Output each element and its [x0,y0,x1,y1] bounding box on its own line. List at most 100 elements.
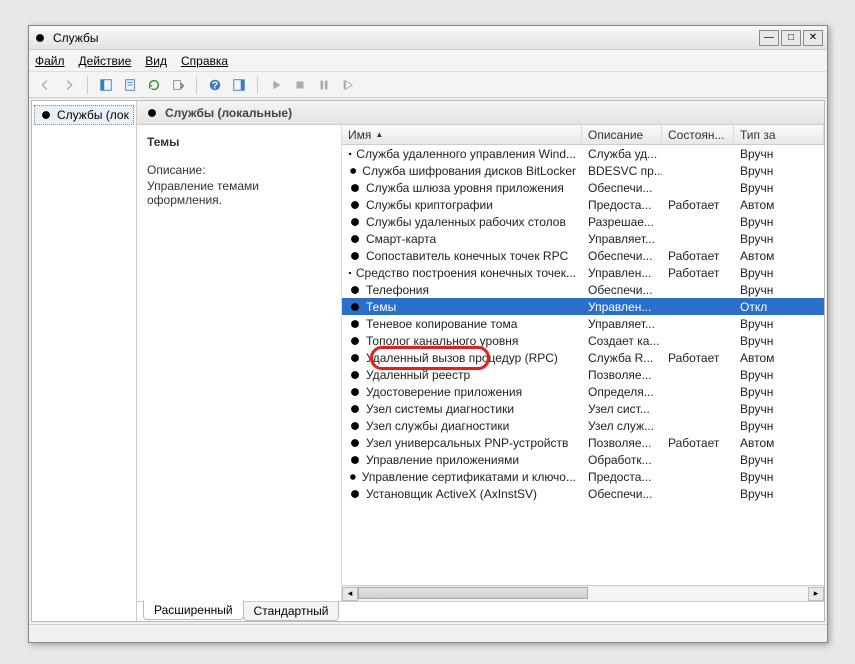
pause-service-button[interactable] [314,75,334,95]
services-list: Имя▲ Описание Состоян... Тип за Служба у… [342,125,824,601]
service-description: Управлен... [582,266,662,280]
start-service-button[interactable] [266,75,286,95]
tree-pane[interactable]: Службы (лок [32,101,137,621]
action-pane-button[interactable] [229,75,249,95]
export-button[interactable] [168,75,188,95]
view-tabs: Расширенный Стандартный [137,601,824,621]
service-name: Узел универсальных PNP-устройств [366,436,568,450]
column-startup-type[interactable]: Тип за [734,125,824,144]
service-startup-type: Вручн [734,334,824,348]
service-description: Управляет... [582,232,662,246]
tab-standard[interactable]: Стандартный [243,602,340,621]
gear-icon [348,300,362,314]
scroll-track[interactable] [358,587,808,601]
column-name[interactable]: Имя▲ [342,125,582,144]
service-row[interactable]: ТелефонияОбеспечи...Вручн [342,281,824,298]
service-name: Удаленный реестр [366,368,470,382]
tab-extended[interactable]: Расширенный [143,600,244,620]
gear-icon [348,402,362,416]
menu-help[interactable]: Справка [181,54,228,68]
statusbar [29,624,827,642]
service-row[interactable]: Служба удаленного управления Wind... Служ… [342,145,824,162]
maximize-button[interactable]: □ [781,30,801,46]
service-state: Работает [662,436,734,450]
help-button[interactable]: ? [205,75,225,95]
titlebar[interactable]: Службы — □ ✕ [29,26,827,50]
restart-service-button[interactable] [338,75,358,95]
service-row[interactable]: Управление приложениямиОбработк...Вручн [342,451,824,468]
separator [87,76,88,94]
show-hide-tree-button[interactable] [96,75,116,95]
service-row[interactable]: Средство построения конечных точек...Упр… [342,264,824,281]
service-row[interactable]: Установщик ActiveX (AxInstSV)Обеспечи...… [342,485,824,502]
horizontal-scrollbar[interactable]: ◂ ▸ [342,585,824,601]
service-startup-type: Вручн [734,215,824,229]
minimize-button[interactable]: — [759,30,779,46]
content-area: Службы (лок Службы (локальные) Темы Опис… [31,100,825,622]
close-button[interactable]: ✕ [803,30,823,46]
service-row[interactable]: Управление сертификатами и ключо...Предо… [342,468,824,485]
service-row[interactable]: Удостоверение приложенияОпределя...Вручн [342,383,824,400]
service-row[interactable]: Служба шифрования дисков BitLockerBDESVC… [342,162,824,179]
service-description: Служба уд... [582,147,662,161]
list-header: Имя▲ Описание Состоян... Тип за [342,125,824,145]
service-startup-type: Вручн [734,385,824,399]
service-name: Теневое копирование тома [366,317,517,331]
back-button[interactable] [35,75,55,95]
service-description: Обработк... [582,453,662,467]
gear-icon [348,351,362,365]
service-row[interactable]: Тополог канального уровняСоздает ка...Вр… [342,332,824,349]
service-row[interactable]: Службы криптографииПредоста...РаботаетАв… [342,196,824,213]
service-name: Узел службы диагностики [366,419,509,433]
service-row[interactable]: Узел системы диагностикиУзел сист...Вруч… [342,400,824,417]
service-name: Управление сертификатами и ключо... [362,470,576,484]
service-row[interactable]: Службы удаленных рабочих столовРазрешае.… [342,213,824,230]
gear-icon [348,232,362,246]
service-row[interactable]: Служба шлюза уровня приложения Обеспечи..… [342,179,824,196]
column-description[interactable]: Описание [582,125,662,144]
service-description: Обеспечи... [582,181,662,195]
menu-action[interactable]: Действие [79,54,132,68]
service-name: Удостоверение приложения [366,385,522,399]
service-row[interactable]: ТемыУправлен...Откл [342,298,824,315]
separator [196,76,197,94]
service-row[interactable]: Смарт-картаУправляет...Вручн [342,230,824,247]
pane-header: Службы (локальные) [137,101,824,125]
properties-button[interactable] [120,75,140,95]
gear-icon [348,266,352,280]
menu-file[interactable]: Файл [35,54,65,68]
gear-icon [348,198,362,212]
list-body[interactable]: Служба удаленного управления Wind...Служ… [342,145,824,585]
service-name: Узел системы диагностики [366,402,514,416]
service-description: Служба R... [582,351,662,365]
service-startup-type: Вручн [734,164,824,178]
scroll-right-button[interactable]: ▸ [808,587,824,601]
service-startup-type: Автом [734,436,824,450]
service-row[interactable]: Узел службы диагностикиУзел служ...Вручн [342,417,824,434]
stop-service-button[interactable] [290,75,310,95]
gear-icon [348,436,362,450]
gear-icon [348,181,362,195]
refresh-button[interactable] [144,75,164,95]
tree-root-services[interactable]: Службы (лок [34,105,134,125]
service-name: Служба шлюза уровня приложения [366,181,564,195]
service-startup-type: Откл [734,300,824,314]
service-startup-type: Вручн [734,419,824,433]
gear-icon [348,249,362,263]
service-row[interactable]: Удаленный вызов процедур (RPC)Служба R..… [342,349,824,366]
menu-view[interactable]: Вид [145,54,167,68]
scroll-thumb[interactable] [358,587,588,599]
toolbar: ? [29,72,827,98]
service-row[interactable]: Узел универсальных PNP-устройствПозволяе… [342,434,824,451]
scroll-left-button[interactable]: ◂ [342,587,358,601]
gear-icon [348,453,362,467]
tree-root-label: Службы (лок [57,108,129,122]
column-state[interactable]: Состоян... [662,125,734,144]
service-row[interactable]: Удаленный реестрПозволяе...Вручн [342,366,824,383]
service-row[interactable]: Сопоставитель конечных точек RPCОбеспечи… [342,247,824,264]
service-row[interactable]: Теневое копирование томаУправляет...Вруч… [342,315,824,332]
gear-icon [348,368,362,382]
service-name: Служба удаленного управления Wind... [356,147,576,161]
gear-icon [348,215,362,229]
forward-button[interactable] [59,75,79,95]
